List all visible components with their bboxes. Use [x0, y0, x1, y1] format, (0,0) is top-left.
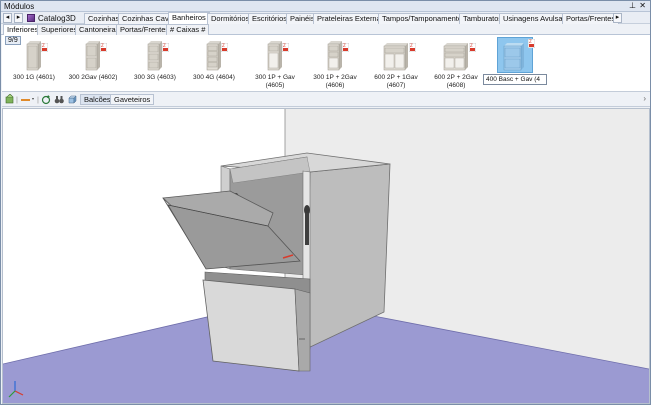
tab-portas-frentes[interactable]: Portas/Frentes	[562, 13, 620, 24]
module-item-4602[interactable]: Z 300 2Gav (4602)	[64, 37, 122, 91]
svg-text:Z: Z	[101, 43, 104, 48]
module-badge-icon: Z	[100, 43, 107, 52]
module-item-4604[interactable]: Z 300 4G (4604)	[185, 37, 243, 91]
toolbar-scroll-right-icon[interactable]: ›	[643, 94, 646, 103]
tab-scroll-left-button[interactable]: ◂	[3, 13, 12, 23]
svg-text:Z: Z	[410, 43, 413, 48]
module-badge-icon: Z	[469, 43, 476, 52]
module-badge-icon: Z	[528, 39, 535, 48]
svg-text:Z: Z	[283, 43, 286, 48]
module-item-label: 300 1P + Gav (4605)	[255, 74, 295, 89]
tab-escritorios[interactable]: Escritórios	[248, 13, 292, 24]
module-item-4607[interactable]: Z 600 2P + 1Gav (4607)	[367, 37, 425, 91]
module-item-label: 600 2P + 2Gav (4608)	[434, 74, 478, 89]
tab-usinagens-avulsas[interactable]: Usinagens Avulsas	[499, 13, 571, 24]
catalog-selector[interactable]: Catalog3D	[27, 12, 76, 24]
module-badge-icon: Z	[342, 43, 349, 52]
tab-dormitorios[interactable]: Dormitórios	[207, 13, 254, 24]
module-item-4605[interactable]: Z 300 1P + Gav (4605)	[246, 37, 304, 91]
module-item-label: 300 4G (4604)	[193, 74, 235, 81]
refresh-icon[interactable]	[41, 94, 51, 105]
drawer-front	[202, 279, 300, 372]
3d-viewport[interactable]	[2, 108, 650, 404]
module-item-4609[interactable]: Z 400 Basc + Gav (4	[483, 37, 549, 91]
modules-window: Módulos ⊥ ✕ ◂ ▸ Catalog3D Cozinhas Cozin…	[0, 0, 651, 405]
tab-scroll-right-button[interactable]: ▸	[14, 13, 23, 23]
tab-more-button[interactable]: ▸	[613, 13, 622, 23]
cube-view-icon[interactable]	[67, 94, 77, 105]
svg-text:Z: Z	[343, 43, 346, 48]
module-item-4603[interactable]: Z 300 3G (4603)	[126, 37, 184, 91]
insert-module-icon[interactable]	[5, 94, 15, 105]
svg-text:Z: Z	[470, 43, 473, 48]
module-item-label: 400 Basc + Gav (4	[483, 74, 547, 85]
module-item-4608[interactable]: Z 600 2P + 2Gav (4608)	[427, 37, 485, 91]
pin-icon[interactable]: ⊥	[629, 1, 636, 10]
module-badge-icon: Z	[409, 43, 416, 52]
svg-text:Z: Z	[529, 39, 532, 44]
cabinet-thumbnail-icon	[443, 43, 468, 71]
module-item-label: 300 3G (4603)	[134, 74, 176, 81]
module-item-4606[interactable]: Z 300 1P + 2Gav (4606)	[306, 37, 364, 91]
lift-mechanism-arm	[305, 213, 309, 245]
module-badge-icon: Z	[162, 43, 169, 52]
module-item-label: 600 2P + 1Gav (4607)	[374, 74, 418, 89]
tab-tampos-tamponamentos[interactable]: Tampos/Tamponamentos	[378, 13, 470, 24]
toolbar-separator: |	[16, 95, 18, 104]
cabinet-thumbnail-icon	[383, 43, 408, 71]
3d-scene[interactable]	[3, 109, 649, 403]
toolbar-separator: |	[37, 95, 39, 104]
category-tabs: ◂ ▸ Catalog3D Cozinhas Cozinhas Cava Ban…	[1, 12, 650, 24]
svg-text:Z: Z	[42, 43, 45, 48]
sub-tabs: Inferiores Superiores Cantoneiras Portas…	[1, 24, 650, 35]
window-titlebar: Módulos ⊥ ✕	[1, 1, 650, 12]
module-badge-icon: Z	[221, 43, 228, 52]
tab-banheiros[interactable]: Banheiros	[168, 12, 210, 24]
window-title: Módulos	[4, 2, 35, 11]
subtab-caixas[interactable]: # Caixas #	[166, 24, 210, 35]
close-icon[interactable]: ✕	[639, 1, 646, 10]
module-item-label: 300 1P + 2Gav (4606)	[313, 74, 357, 89]
viewer-toolbar: | | Balcões Gaveteiros ›	[2, 93, 650, 107]
svg-text:Z: Z	[163, 43, 166, 48]
module-item-4601[interactable]: Z 300 1G (4601)	[5, 37, 63, 91]
cabinet-thumbnail-icon	[503, 43, 524, 71]
tab-gaveteiros[interactable]: Gaveteiros	[110, 94, 155, 105]
cube-icon	[27, 14, 35, 22]
module-badge-icon: Z	[41, 43, 48, 52]
svg-text:Z: Z	[222, 43, 225, 48]
line-style-dropdown-icon[interactable]	[20, 94, 36, 105]
module-gallery: 9/9 Z 300 1G (4601) Z 300 2Gav (4602) Z …	[2, 35, 650, 92]
module-badge-icon: Z	[282, 43, 289, 52]
module-item-label: 300 1G (4601)	[13, 74, 55, 81]
binoculars-icon[interactable]	[54, 94, 64, 105]
catalog-label: Catalog3D	[38, 13, 76, 23]
subtab-portas-frentes[interactable]: Portas/Frentes	[116, 24, 174, 35]
module-item-label: 300 2Gav (4602)	[68, 74, 118, 81]
